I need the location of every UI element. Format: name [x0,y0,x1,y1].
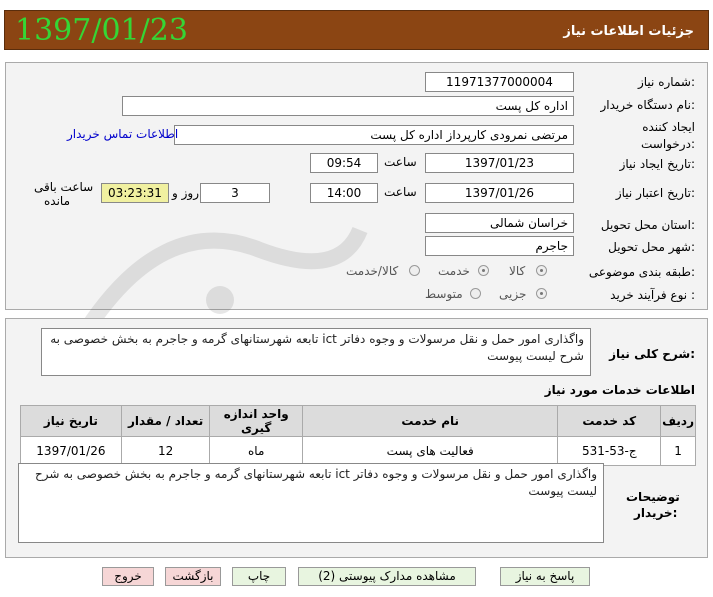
category-label: طبقه بندی موضوعی: [588,265,695,279]
attachments-button[interactable]: مشاهده مدارک پیوستی (2) [298,567,476,586]
summary-label: شرح کلی نیاز: [609,347,695,361]
buyer-org-label: نام دستگاه خریدار: [600,98,696,112]
category-goods-service-label: کالا/خدمت [346,264,399,278]
col-unit: واحد اندازه گیری [209,405,303,437]
buyer-notes-label-line2: خریدار: [634,506,678,520]
creator-label-line1: ایجاد کننده [642,120,695,134]
need-number-label: شماره نیاز: [637,75,695,89]
buyer-org-field: اداره کل پست [122,96,574,116]
cell-service-code: ج-53-531 [557,436,662,466]
header-bar: 1397/01/23 جزئیات اطلاعات نیاز [4,10,709,50]
creator-field: مرتضی نمرودی کارپرداز اداره کل پست [174,125,574,145]
days-label: روز و [172,186,199,200]
cell-unit: ماه [209,436,303,466]
need-number-field: 11971377000004 [425,72,574,92]
purchase-small-label: جزیی [499,287,527,301]
page-header: 1397/01/23 جزئیات اطلاعات نیاز [0,0,713,58]
col-row-number: ردیف [660,405,696,437]
cell-quantity: 12 [120,436,211,466]
create-date-field: 1397/01/23 [425,153,574,173]
category-goods-radio[interactable] [536,265,547,276]
validity-date-field: 1397/01/26 [425,183,574,203]
respond-button[interactable]: پاسخ به نیاز [500,567,590,586]
province-field: خراسان شمالی [425,213,574,233]
create-time-label: ساعت [384,155,417,169]
table-row: 1397/01/26 12 ماه فعالیت های پست ج-53-53… [20,436,696,466]
validity-date-label: تاریخ اعتبار نیاز: [615,186,695,200]
back-button[interactable]: بازگشت [165,567,221,586]
exit-button[interactable]: خروج [102,567,154,586]
province-label: استان محل تحویل: [600,218,695,232]
services-title: اطلاعات خدمات مورد نیاز [544,383,695,397]
category-service-radio[interactable] [478,265,489,276]
cell-row-number: 1 [660,436,696,466]
buyer-notes-textarea[interactable]: واگذاری امور حمل و نقل مرسولات و وجوه دف… [18,463,604,543]
remaining-time-field: 03:23:31 [101,183,169,203]
header-date: 1397/01/23 [15,13,188,48]
create-time-field: 09:54 [310,153,378,173]
purchase-type-label: نوع فرآیند خرید : [610,288,695,302]
services-table: تاریخ نیاز تعداد / مقدار واحد اندازه گیر… [20,405,696,466]
buyer-notes-label-line1: توضیحات [626,490,680,504]
summary-textarea[interactable]: واگذاری امور حمل و نقل مرسولات و وجوه دف… [41,328,591,376]
col-service-code: کد خدمت [557,405,662,437]
col-need-date: تاریخ نیاز [20,405,122,437]
remaining-label-line2: مانده [44,194,71,208]
remaining-label-line1: ساعت باقی [34,180,94,194]
category-goods-label: کالا [509,264,526,278]
page-title: جزئیات اطلاعات نیاز [563,24,694,39]
creator-label-line2: درخواست: [641,137,695,151]
city-label: شهر محل تحویل: [608,240,695,254]
purchase-medium-label: متوسط [425,287,463,301]
purchase-medium-radio[interactable] [470,288,481,299]
cell-need-date: 1397/01/26 [20,436,122,466]
cell-service-name: فعالیت های پست [301,436,559,466]
col-service-name: نام خدمت [301,405,559,437]
days-remaining-field: 3 [200,183,270,203]
city-field: جاجرم [425,236,574,256]
category-goods-service-radio[interactable] [409,265,420,276]
services-header-row: تاریخ نیاز تعداد / مقدار واحد اندازه گیر… [20,405,696,437]
category-service-label: خدمت [438,264,470,278]
validity-time-label: ساعت [384,185,417,199]
print-button[interactable]: چاپ [232,567,286,586]
create-date-label: تاریخ ایجاد نیاز: [619,157,695,171]
purchase-small-radio[interactable] [536,288,547,299]
col-quantity: تعداد / مقدار [120,405,211,437]
contact-buyer-link[interactable]: اطلاعات تماس خریدار [67,127,178,141]
validity-time-field: 14:00 [310,183,378,203]
